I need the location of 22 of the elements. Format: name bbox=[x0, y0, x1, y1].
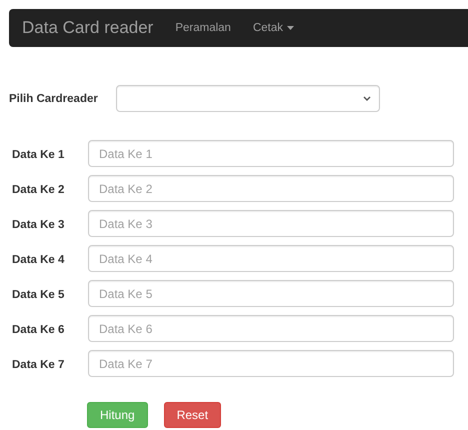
input-field[interactable]: Data Ke 5 bbox=[88, 280, 454, 307]
nav-link[interactable]: Cetak bbox=[252, 22, 294, 34]
select-field[interactable] bbox=[116, 85, 380, 112]
field-label: Data Ke 1 bbox=[12, 148, 64, 160]
input-field[interactable]: Data Ke 6 bbox=[88, 315, 454, 342]
brand-link[interactable]: Data Card reader bbox=[22, 18, 154, 38]
caret-icon bbox=[287, 26, 294, 30]
field-label: Data Ke 4 bbox=[12, 254, 64, 266]
field-label: Data Ke 7 bbox=[12, 358, 64, 370]
input-field[interactable]: Data Ke 7 bbox=[88, 350, 454, 377]
input-field[interactable]: Data Ke 3 bbox=[88, 210, 454, 237]
field-label: Pilih Cardreader bbox=[9, 92, 98, 104]
field-label: Data Ke 6 bbox=[12, 324, 64, 336]
reset-button[interactable]: Reset bbox=[164, 402, 222, 428]
field-label: Data Ke 3 bbox=[12, 218, 64, 230]
nav-link[interactable]: Peramalan bbox=[175, 22, 231, 34]
input-field[interactable]: Data Ke 4 bbox=[88, 245, 454, 272]
field-label: Data Ke 5 bbox=[12, 288, 64, 300]
chevron-icon bbox=[362, 96, 371, 101]
input-field[interactable]: Data Ke 1 bbox=[88, 140, 454, 167]
field-label: Data Ke 2 bbox=[12, 184, 64, 196]
input-field[interactable]: Data Ke 2 bbox=[88, 175, 454, 202]
